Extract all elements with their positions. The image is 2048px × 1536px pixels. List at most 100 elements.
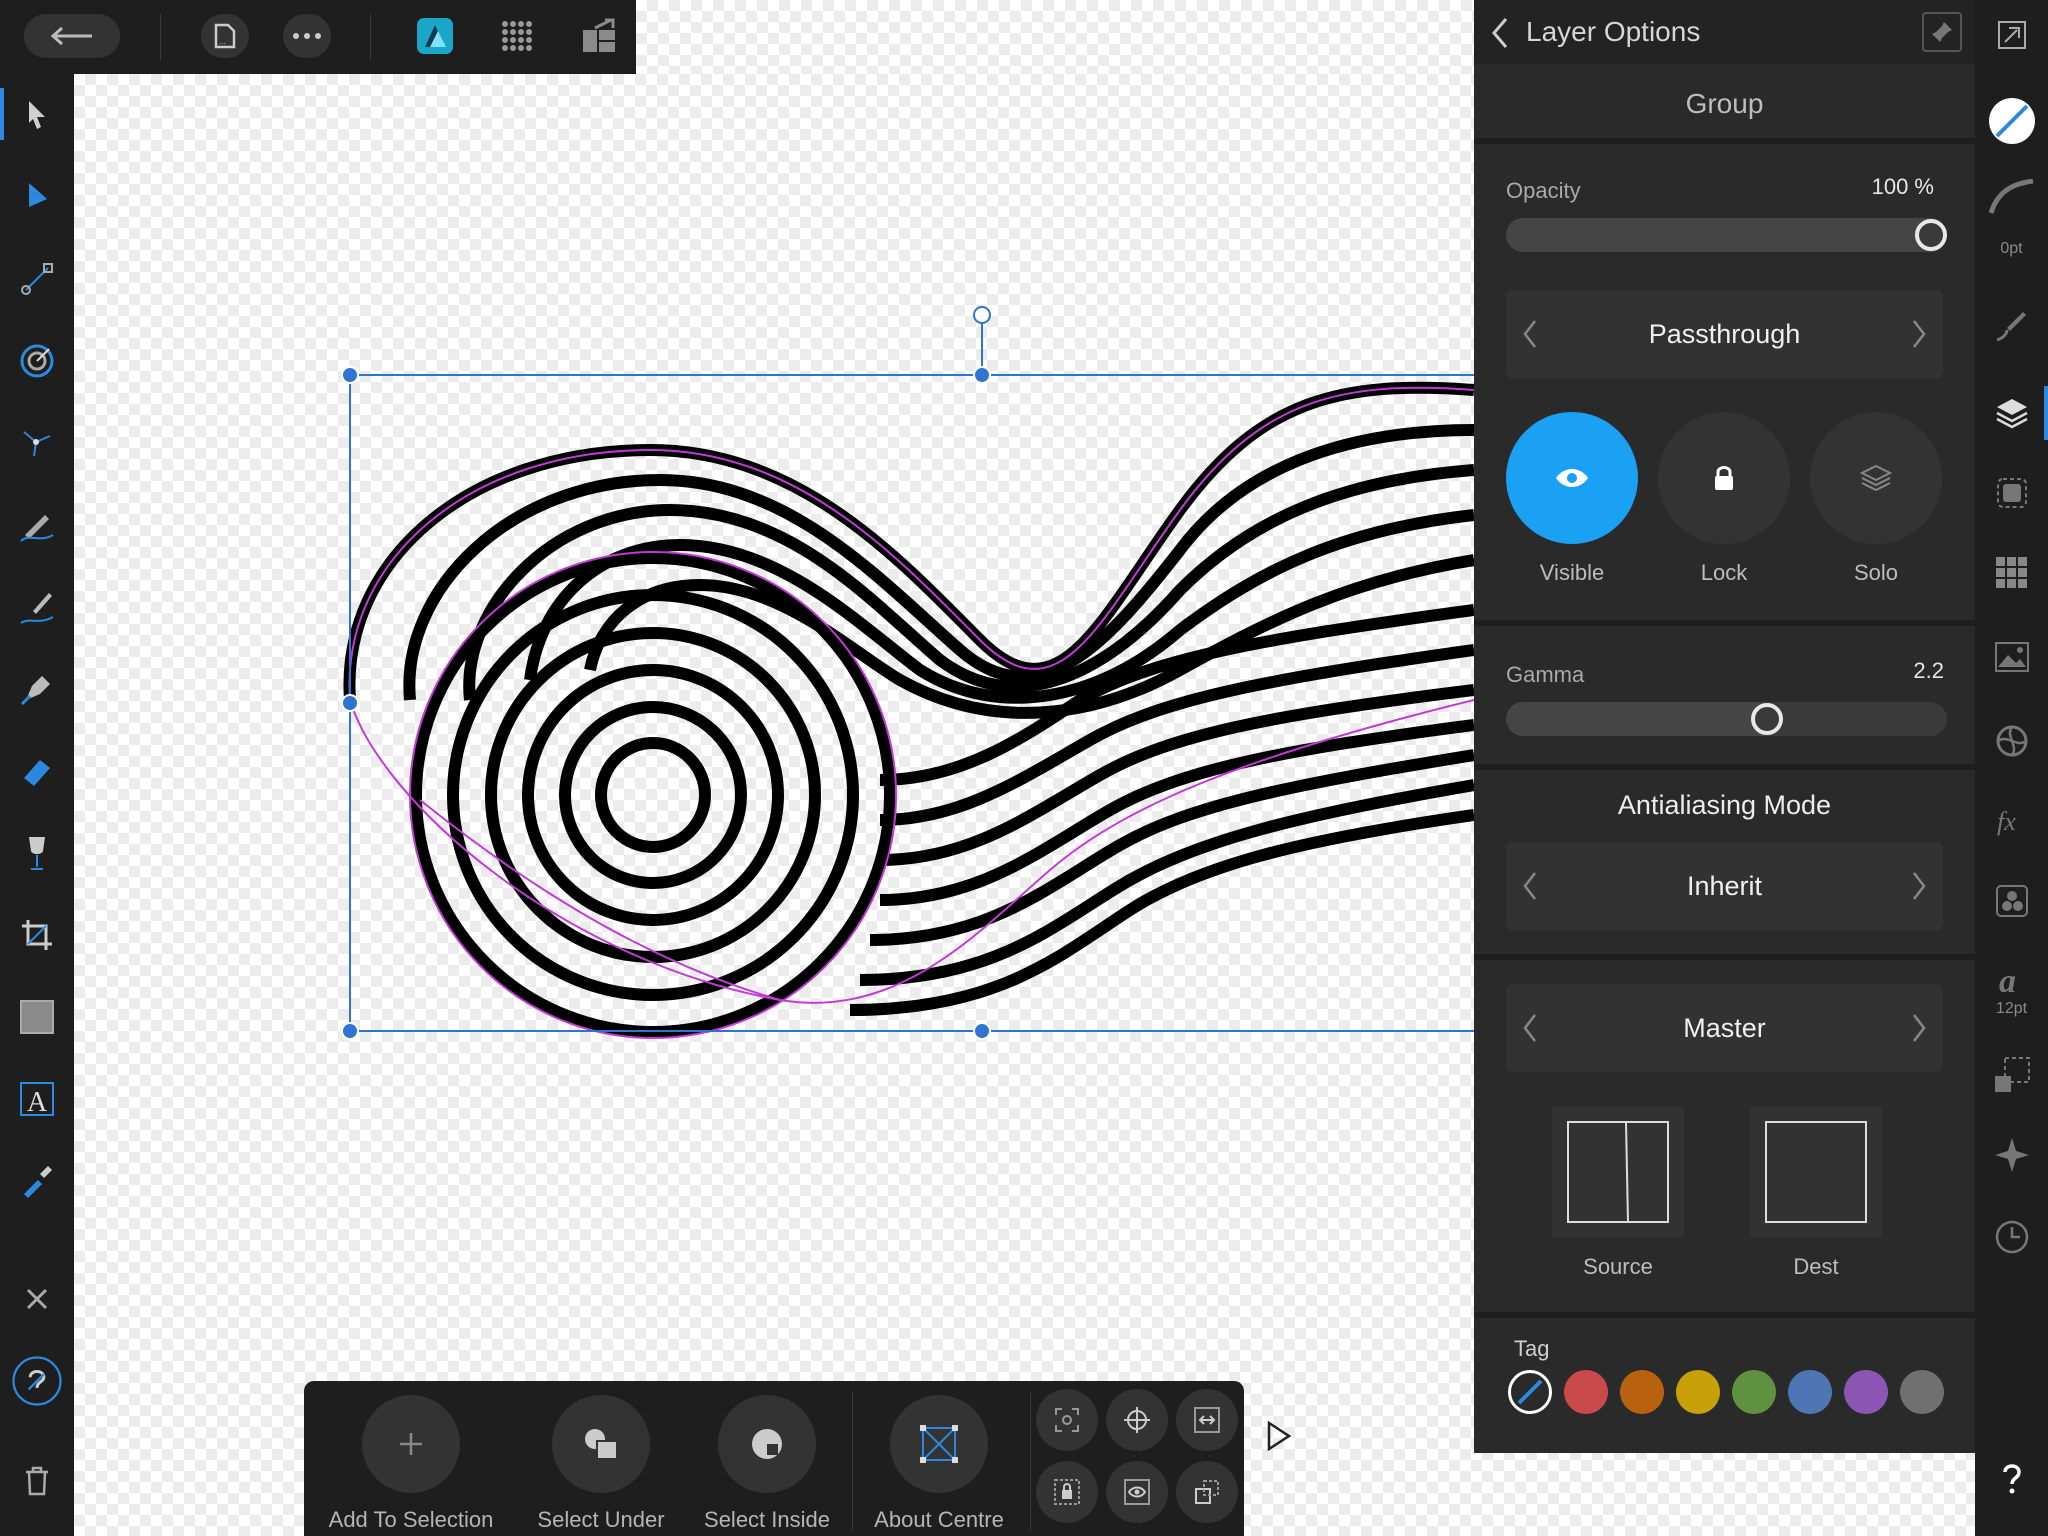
gamma-value: 2.2 (1913, 658, 1944, 683)
rotation-handle (973, 306, 991, 324)
ring-2 (447, 589, 859, 1001)
close-button[interactable] (12, 1274, 62, 1324)
lock-label: Lock (1700, 560, 1748, 585)
select-inside-button[interactable] (718, 1395, 816, 1493)
play-icon[interactable] (1265, 1420, 1293, 1452)
stroke-button[interactable] (1987, 172, 2037, 222)
document-button[interactable]: ... (201, 14, 249, 58)
source-blend-range[interactable] (1552, 1106, 1684, 1238)
corner-tool[interactable] (12, 418, 62, 468)
font-size-label: 12pt (1995, 1000, 2028, 1017)
contour-12 (849, 809, 1474, 1016)
color-picker-tool[interactable] (12, 1156, 62, 1206)
layers-studio-button[interactable] (1987, 388, 2037, 438)
designer-persona-button[interactable] (411, 14, 459, 58)
delete-button[interactable] (12, 1456, 62, 1506)
svg-text:...: ... (219, 37, 226, 46)
crop-tool[interactable] (12, 910, 62, 960)
shape-tool[interactable] (12, 992, 62, 1042)
opacity-slider[interactable] (1506, 218, 1947, 252)
opacity-label: Opacity (1506, 178, 1581, 203)
tag-section: Tag (1474, 1318, 1975, 1453)
transform-tool[interactable] (12, 254, 62, 304)
blend-range-next-icon[interactable] (1909, 1012, 1929, 1044)
back-button[interactable] (24, 14, 120, 58)
stroke-icon (1989, 179, 2034, 214)
history-studio-button[interactable] (1987, 1212, 2037, 1262)
contour-tool[interactable] (12, 336, 62, 386)
tag-label: Tag (1514, 1336, 1550, 1361)
image-studio-button[interactable] (1987, 632, 2037, 682)
svg-text:A: A (27, 1087, 48, 1117)
fullscreen-button[interactable] (1987, 10, 2037, 60)
about-centre-button[interactable] (890, 1395, 988, 1493)
tag-color-swatch[interactable] (1564, 1370, 1608, 1414)
help-circle-icon (12, 1356, 62, 1406)
back-chevron-icon[interactable] (1488, 16, 1512, 50)
tag-color-swatch[interactable] (1620, 1370, 1664, 1414)
styles-studio-button[interactable] (1987, 876, 2037, 926)
gamma-slider[interactable] (1506, 702, 1947, 736)
navigator-studio-button[interactable] (1987, 1130, 2037, 1180)
selection-studio-button[interactable] (1987, 468, 2037, 518)
export-persona-button[interactable] (575, 14, 623, 58)
blend-mode-next-icon[interactable] (1909, 318, 1929, 350)
blend-range-stepper[interactable]: Master (1506, 984, 1943, 1072)
arrange-button[interactable] (1176, 1461, 1238, 1523)
transform-studio-button[interactable] (1987, 1050, 2037, 1100)
fill-stroke-button[interactable] (1987, 96, 2037, 146)
crosshair-button[interactable] (1106, 1389, 1168, 1451)
tag-color-swatch[interactable] (1676, 1370, 1720, 1414)
opacity-slider-knob[interactable] (1915, 219, 1947, 251)
vector-brush-tool[interactable] (12, 582, 62, 632)
right-studio-strip: 0pt fx a 12pt (1975, 0, 2048, 1536)
antialiasing-next-icon[interactable] (1909, 870, 1929, 902)
dest-blend-range[interactable] (1750, 1106, 1882, 1238)
tag-color-swatch[interactable] (1900, 1370, 1944, 1414)
tag-none[interactable] (1508, 1370, 1552, 1414)
gamma-section: Gamma 2.2 (1474, 626, 1975, 770)
tag-color-swatch[interactable] (1732, 1370, 1776, 1414)
plus-icon (400, 1433, 422, 1455)
gamma-slider-knob[interactable] (1751, 703, 1783, 735)
text-tool[interactable]: A (12, 1074, 62, 1124)
handle-top-center (973, 366, 991, 384)
pen-tool[interactable] (12, 664, 62, 714)
lock-toggle[interactable] (1658, 412, 1790, 544)
brushes-button[interactable] (1987, 300, 2037, 350)
view-box-button[interactable] (1106, 1461, 1168, 1523)
add-to-selection-button[interactable] (362, 1395, 460, 1493)
swatches-studio-button[interactable] (1987, 548, 2037, 598)
text-icon: A (20, 1082, 54, 1117)
dest-range-graph (1765, 1121, 1867, 1223)
select-under-button[interactable] (552, 1395, 650, 1493)
transparency-tool[interactable] (12, 828, 62, 878)
color-studio-button[interactable] (1987, 716, 2037, 766)
compass-icon (1995, 1138, 2029, 1172)
source-range-graph (1567, 1121, 1669, 1223)
solo-toggle[interactable] (1810, 412, 1942, 544)
artwork[interactable] (0, 0, 1474, 1381)
fill-tool[interactable] (12, 746, 62, 796)
tag-color-swatch[interactable] (1788, 1370, 1832, 1414)
antialiasing-stepper[interactable]: Inherit (1506, 842, 1943, 930)
pencil-tool[interactable] (12, 500, 62, 550)
rectangle-icon (20, 1000, 54, 1034)
lock-children-button[interactable] (1036, 1461, 1098, 1523)
pixel-persona-button[interactable] (493, 14, 541, 58)
snap-button[interactable] (1036, 1389, 1098, 1451)
pin-button[interactable] (1922, 12, 1962, 52)
path-highlight-2 (349, 699, 1474, 1004)
more-button[interactable] (283, 14, 331, 58)
ring-5 (559, 701, 747, 889)
help-button[interactable] (12, 1356, 62, 1406)
help-question-button[interactable] (1987, 1454, 2037, 1504)
effects-studio-button[interactable]: fx (1987, 796, 2037, 846)
distribute-button[interactable] (1176, 1389, 1238, 1451)
blend-mode-stepper[interactable]: Passthrough (1506, 290, 1943, 378)
node-tool[interactable] (12, 172, 62, 222)
move-tool[interactable] (12, 90, 62, 140)
text-styles-button[interactable]: a (1987, 954, 2037, 1004)
tag-color-swatch[interactable] (1844, 1370, 1888, 1414)
visible-toggle[interactable] (1506, 412, 1638, 544)
